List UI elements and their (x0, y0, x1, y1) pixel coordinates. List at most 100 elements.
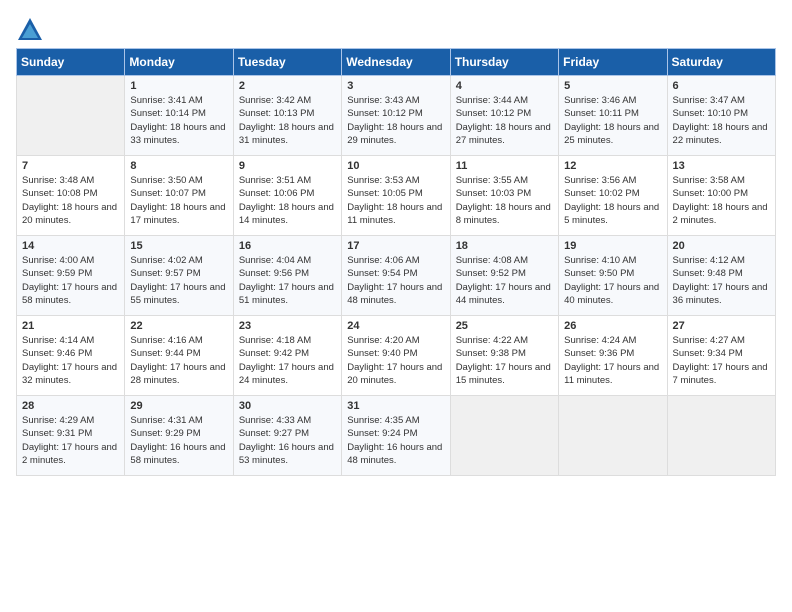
calendar-week-row: 7 Sunrise: 3:48 AMSunset: 10:08 PMDayligh… (17, 156, 776, 236)
day-number: 31 (347, 400, 444, 412)
calendar-day-cell: 19Sunrise: 4:10 AMSunset: 9:50 PMDayligh… (559, 236, 667, 316)
weekday-header: Monday (125, 49, 233, 76)
calendar-day-cell: 14 Sunrise: 4:00 AMSunset: 9:59 PMDayligh… (17, 236, 125, 316)
page-header (16, 16, 776, 44)
day-number: 9 (239, 160, 336, 172)
day-info: Sunrise: 3:43 AMSunset: 10:12 PMDaylight… (347, 94, 444, 147)
calendar-day-cell: 29Sunrise: 4:31 AMSunset: 9:29 PMDayligh… (125, 396, 233, 476)
day-info: Sunrise: 4:00 AMSunset: 9:59 PMDaylight:… (22, 254, 119, 307)
day-number: 27 (673, 320, 770, 332)
weekday-header: Tuesday (233, 49, 341, 76)
calendar-day-cell: 25 Sunrise: 4:22 AMSunset: 9:38 PMDayligh… (450, 316, 558, 396)
day-number: 30 (239, 400, 336, 412)
calendar-day-cell: 2Sunrise: 3:42 AMSunset: 10:13 PMDayligh… (233, 76, 341, 156)
logo-icon (16, 16, 44, 44)
day-info: Sunrise: 4:18 AMSunset: 9:42 PMDaylight:… (239, 334, 336, 387)
day-info: Sunrise: 4:04 AMSunset: 9:56 PMDaylight:… (239, 254, 336, 307)
day-info: Sunrise: 4:35 AMSunset: 9:24 PMDaylight:… (347, 414, 444, 467)
calendar-day-cell (450, 396, 558, 476)
weekday-header: Sunday (17, 49, 125, 76)
day-number: 23 (239, 320, 336, 332)
calendar-day-cell: 24 Sunrise: 4:20 AMSunset: 9:40 PMDayligh… (342, 316, 450, 396)
calendar-day-cell: 21 Sunrise: 4:14 AMSunset: 9:46 PMDayligh… (17, 316, 125, 396)
day-info: Sunrise: 3:50 AMSunset: 10:07 PMDaylight… (130, 174, 227, 227)
day-number: 22 (130, 320, 227, 332)
day-info: Sunrise: 3:44 AMSunset: 10:12 PMDaylight… (456, 94, 553, 147)
calendar-day-cell: 27 Sunrise: 4:27 AMSunset: 9:34 PMDayligh… (667, 316, 775, 396)
day-info: Sunrise: 3:55 AMSunset: 10:03 PMDaylight… (456, 174, 553, 227)
calendar-table: SundayMondayTuesdayWednesdayThursdayFrid… (16, 48, 776, 476)
day-number: 21 (22, 320, 119, 332)
day-info: Sunrise: 4:16 AMSunset: 9:44 PMDaylight:… (130, 334, 227, 387)
day-number: 1 (130, 80, 227, 92)
day-number: 26 (564, 320, 661, 332)
day-number: 15 (130, 240, 227, 252)
calendar-day-cell (17, 76, 125, 156)
day-info: Sunrise: 4:29 AMSunset: 9:31 PMDaylight:… (22, 414, 119, 467)
day-number: 24 (347, 320, 444, 332)
calendar-day-cell: 31 Sunrise: 4:35 AMSunset: 9:24 PMDayligh… (342, 396, 450, 476)
calendar-day-cell: 3 Sunrise: 3:43 AMSunset: 10:12 PMDayligh… (342, 76, 450, 156)
day-info: Sunrise: 4:27 AMSunset: 9:34 PMDaylight:… (673, 334, 770, 387)
calendar-day-cell: 11 Sunrise: 3:55 AMSunset: 10:03 PMDaylig… (450, 156, 558, 236)
calendar-day-cell: 9 Sunrise: 3:51 AMSunset: 10:06 PMDayligh… (233, 156, 341, 236)
weekday-header: Friday (559, 49, 667, 76)
day-info: Sunrise: 3:53 AMSunset: 10:05 PMDaylight… (347, 174, 444, 227)
weekday-header: Saturday (667, 49, 775, 76)
day-info: Sunrise: 4:12 AMSunset: 9:48 PMDaylight:… (673, 254, 770, 307)
day-info: Sunrise: 4:14 AMSunset: 9:46 PMDaylight:… (22, 334, 119, 387)
calendar-day-cell: 5 Sunrise: 3:46 AMSunset: 10:11 PMDayligh… (559, 76, 667, 156)
day-number: 12 (564, 160, 661, 172)
calendar-week-row: 1Sunrise: 3:41 AMSunset: 10:14 PMDayligh… (17, 76, 776, 156)
weekday-header-row: SundayMondayTuesdayWednesdayThursdayFrid… (17, 49, 776, 76)
day-info: Sunrise: 3:56 AMSunset: 10:02 PMDaylight… (564, 174, 661, 227)
calendar-week-row: 21 Sunrise: 4:14 AMSunset: 9:46 PMDayligh… (17, 316, 776, 396)
calendar-day-cell: 15 Sunrise: 4:02 AMSunset: 9:57 PMDayligh… (125, 236, 233, 316)
calendar-day-cell: 7 Sunrise: 3:48 AMSunset: 10:08 PMDayligh… (17, 156, 125, 236)
calendar-day-cell: 18 Sunrise: 4:08 AMSunset: 9:52 PMDayligh… (450, 236, 558, 316)
day-info: Sunrise: 4:33 AMSunset: 9:27 PMDaylight:… (239, 414, 336, 467)
calendar-day-cell: 20 Sunrise: 4:12 AMSunset: 9:48 PMDayligh… (667, 236, 775, 316)
calendar-day-cell: 8 Sunrise: 3:50 AMSunset: 10:07 PMDayligh… (125, 156, 233, 236)
calendar-day-cell: 10Sunrise: 3:53 AMSunset: 10:05 PMDaylig… (342, 156, 450, 236)
day-number: 20 (673, 240, 770, 252)
calendar-day-cell: 17Sunrise: 4:06 AMSunset: 9:54 PMDayligh… (342, 236, 450, 316)
logo (16, 16, 48, 44)
calendar-day-cell: 22 Sunrise: 4:16 AMSunset: 9:44 PMDayligh… (125, 316, 233, 396)
calendar-day-cell: 1Sunrise: 3:41 AMSunset: 10:14 PMDayligh… (125, 76, 233, 156)
day-number: 19 (564, 240, 661, 252)
day-info: Sunrise: 3:46 AMSunset: 10:11 PMDaylight… (564, 94, 661, 147)
day-number: 3 (347, 80, 444, 92)
calendar-day-cell: 12 Sunrise: 3:56 AMSunset: 10:02 PMDaylig… (559, 156, 667, 236)
day-info: Sunrise: 4:02 AMSunset: 9:57 PMDaylight:… (130, 254, 227, 307)
calendar-day-cell: 13 Sunrise: 3:58 AMSunset: 10:00 PMDaylig… (667, 156, 775, 236)
calendar-week-row: 28Sunrise: 4:29 AMSunset: 9:31 PMDayligh… (17, 396, 776, 476)
day-number: 29 (130, 400, 227, 412)
day-number: 18 (456, 240, 553, 252)
day-info: Sunrise: 3:58 AMSunset: 10:00 PMDaylight… (673, 174, 770, 227)
day-number: 8 (130, 160, 227, 172)
day-info: Sunrise: 4:24 AMSunset: 9:36 PMDaylight:… (564, 334, 661, 387)
calendar-day-cell: 26 Sunrise: 4:24 AMSunset: 9:36 PMDayligh… (559, 316, 667, 396)
day-number: 25 (456, 320, 553, 332)
day-number: 17 (347, 240, 444, 252)
day-info: Sunrise: 3:48 AMSunset: 10:08 PMDaylight… (22, 174, 119, 227)
day-number: 4 (456, 80, 553, 92)
day-info: Sunrise: 4:20 AMSunset: 9:40 PMDaylight:… (347, 334, 444, 387)
calendar-day-cell: 23 Sunrise: 4:18 AMSunset: 9:42 PMDayligh… (233, 316, 341, 396)
day-number: 11 (456, 160, 553, 172)
day-number: 7 (22, 160, 119, 172)
day-number: 5 (564, 80, 661, 92)
day-number: 16 (239, 240, 336, 252)
calendar-day-cell: 6Sunrise: 3:47 AMSunset: 10:10 PMDayligh… (667, 76, 775, 156)
day-number: 14 (22, 240, 119, 252)
calendar-day-cell: 16 Sunrise: 4:04 AMSunset: 9:56 PMDayligh… (233, 236, 341, 316)
day-number: 6 (673, 80, 770, 92)
day-info: Sunrise: 4:22 AMSunset: 9:38 PMDaylight:… (456, 334, 553, 387)
day-number: 13 (673, 160, 770, 172)
day-info: Sunrise: 4:08 AMSunset: 9:52 PMDaylight:… (456, 254, 553, 307)
day-info: Sunrise: 3:51 AMSunset: 10:06 PMDaylight… (239, 174, 336, 227)
weekday-header: Thursday (450, 49, 558, 76)
calendar-week-row: 14 Sunrise: 4:00 AMSunset: 9:59 PMDayligh… (17, 236, 776, 316)
calendar-day-cell: 28Sunrise: 4:29 AMSunset: 9:31 PMDayligh… (17, 396, 125, 476)
